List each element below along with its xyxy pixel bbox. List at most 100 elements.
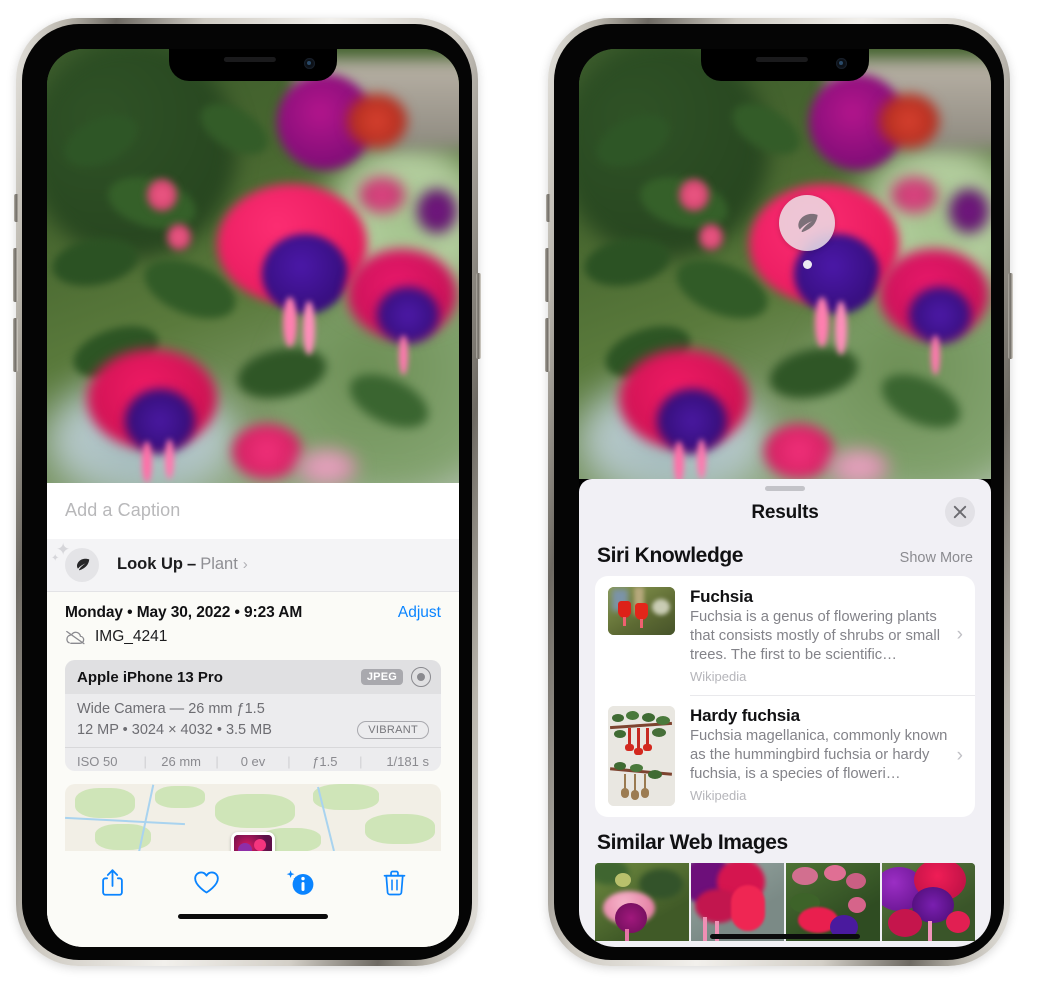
visual-lookup-badge-tail — [803, 260, 812, 269]
exif-exposure: 0 ev — [240, 754, 266, 770]
section-title-siri-knowledge: Siri Knowledge — [597, 544, 744, 567]
screenshot-canvas: Add a Caption ✦ ✦ Look Up – Plant › Mond… — [0, 0, 1055, 985]
similar-web-images-strip[interactable] — [579, 862, 991, 941]
knowledge-title: Hardy fuchsia — [690, 705, 800, 725]
knowledge-row-fuchsia[interactable]: Fuchsia Fuchsia is a genus of flowering … — [595, 576, 975, 695]
caption-row[interactable]: Add a Caption — [47, 483, 459, 539]
web-image-thumb[interactable] — [786, 862, 880, 941]
camera-card-header: Apple iPhone 13 Pro JPEG — [65, 660, 441, 695]
notch — [169, 49, 337, 81]
camera-metadata-card[interactable]: Apple iPhone 13 Pro JPEG Wide Camera — 2… — [65, 660, 441, 772]
exif-divider: | — [143, 754, 147, 770]
location-map[interactable] — [65, 784, 441, 852]
photographic-style-badge: VIBRANT — [357, 721, 429, 740]
photo-image-right[interactable] — [579, 49, 991, 479]
earpiece-speaker — [755, 57, 808, 62]
format-badge: JPEG — [360, 669, 403, 686]
fuchsia-thumbnail — [608, 587, 675, 635]
camera-device-name: Apple iPhone 13 Pro — [77, 668, 223, 686]
file-name: IMG_4241 — [95, 628, 168, 646]
volume-down-button[interactable] — [545, 318, 550, 372]
notch — [701, 49, 869, 81]
favorite-button[interactable] — [184, 861, 228, 905]
side-power-button[interactable] — [476, 273, 481, 359]
exif-shutter: 1/181 s — [386, 754, 429, 770]
knowledge-description: Fuchsia magellanica, commonly known as t… — [690, 727, 948, 782]
caption-input-placeholder[interactable]: Add a Caption — [65, 500, 180, 521]
similar-web-images-header: Similar Web Images — [579, 817, 991, 861]
chevron-right-icon: › — [956, 744, 963, 766]
results-title: Results — [751, 502, 819, 523]
date-row: Monday • May 30, 2022 • 9:23 AM Adjust — [65, 604, 441, 622]
icloud-slash-icon — [65, 630, 86, 645]
show-more-button[interactable]: Show More — [900, 550, 973, 566]
front-camera-icon — [304, 58, 315, 69]
chevron-right-icon: › — [242, 556, 248, 574]
leaf-icon: ✦ ✦ — [51, 541, 99, 582]
look-up-label: Look Up — [117, 555, 183, 574]
volume-up-button[interactable] — [545, 248, 550, 302]
resolution-info: 12 MP • 3024 × 4032 • 3.5 MB — [77, 722, 272, 739]
siri-knowledge-card: Fuchsia Fuchsia is a genus of flowering … — [595, 576, 975, 817]
web-image-thumb[interactable] — [881, 862, 975, 941]
look-up-dash: – — [187, 555, 197, 574]
lens-info: Wide Camera — 26 mm ƒ1.5 — [77, 701, 265, 718]
info-button[interactable] — [278, 861, 322, 905]
look-up-subject: Plant — [200, 555, 238, 574]
knowledge-body: Hardy fuchsia Fuchsia magellanica, commo… — [690, 706, 955, 803]
right-phone-screen: Results Siri Knowledge Show More Fuchsia… — [579, 49, 991, 947]
close-icon — [953, 505, 967, 519]
web-image-thumb[interactable] — [690, 862, 784, 941]
knowledge-source: Wikipedia — [690, 787, 747, 803]
adjust-button[interactable]: Adjust — [398, 604, 441, 622]
share-button[interactable] — [90, 861, 134, 905]
hardy-fuchsia-thumbnail — [608, 705, 675, 806]
silence-switch[interactable] — [546, 194, 551, 222]
exif-divider: | — [287, 754, 291, 770]
left-phone-screen: Add a Caption ✦ ✦ Look Up – Plant › Mond… — [47, 49, 459, 947]
camera-card-body: Wide Camera — 26 mm ƒ1.5 12 MP • 3024 × … — [65, 694, 441, 747]
volume-up-button[interactable] — [13, 248, 18, 302]
iphone-right-device: Results Siri Knowledge Show More Fuchsia… — [545, 18, 1013, 966]
knowledge-description: Fuchsia is a genus of flowering plants t… — [690, 609, 940, 663]
device-bezel: Add a Caption ✦ ✦ Look Up – Plant › Mond… — [22, 24, 472, 960]
raw-lens-icon — [411, 667, 431, 688]
fuchsia-plant-artwork — [47, 49, 459, 483]
silence-switch[interactable] — [14, 194, 19, 222]
side-power-button[interactable] — [1008, 273, 1013, 359]
photo-image-left[interactable] — [47, 49, 459, 483]
photo-toolbar — [47, 851, 459, 915]
home-indicator-area — [47, 914, 459, 947]
sparkle-icon-small: ✦ — [51, 552, 60, 564]
exif-aperture: ƒ1.5 — [312, 754, 338, 770]
results-header: Results — [579, 491, 991, 535]
earpiece-speaker — [223, 57, 276, 62]
exif-divider: | — [215, 754, 219, 770]
photo-location-pin[interactable] — [231, 832, 275, 852]
exif-divider: | — [359, 754, 363, 770]
exif-focal: 26 mm — [161, 754, 201, 770]
look-up-row[interactable]: ✦ ✦ Look Up – Plant › — [47, 538, 459, 593]
fuchsia-plant-artwork — [579, 49, 991, 479]
home-indicator[interactable] — [178, 914, 328, 920]
knowledge-title: Fuchsia — [690, 587, 753, 606]
front-camera-icon — [836, 58, 847, 69]
exif-iso: ISO 50 — [77, 754, 118, 770]
close-button[interactable] — [945, 497, 975, 527]
chevron-right-icon: › — [956, 624, 963, 646]
look-up-label-group: Look Up – Plant › — [117, 555, 248, 574]
knowledge-source: Wikipedia — [690, 668, 747, 684]
device-bezel: Results Siri Knowledge Show More Fuchsia… — [554, 24, 1004, 960]
knowledge-row-hardy-fuchsia[interactable]: Hardy fuchsia Fuchsia magellanica, commo… — [595, 694, 975, 817]
visual-lookup-badge[interactable] — [779, 195, 835, 251]
metadata-block: Monday • May 30, 2022 • 9:23 AM Adjust I… — [47, 592, 459, 646]
web-image-thumb[interactable] — [595, 862, 689, 941]
iphone-left-device: Add a Caption ✦ ✦ Look Up – Plant › Mond… — [13, 18, 481, 966]
capture-date: Monday • May 30, 2022 • 9:23 AM — [65, 604, 303, 622]
knowledge-body: Fuchsia Fuchsia is a genus of flowering … — [690, 587, 955, 684]
siri-knowledge-header: Siri Knowledge Show More — [579, 535, 991, 576]
volume-down-button[interactable] — [13, 318, 18, 372]
results-sheet: Results Siri Knowledge Show More Fuchsia… — [579, 479, 991, 947]
delete-button[interactable] — [372, 861, 416, 905]
home-indicator[interactable] — [710, 934, 860, 939]
